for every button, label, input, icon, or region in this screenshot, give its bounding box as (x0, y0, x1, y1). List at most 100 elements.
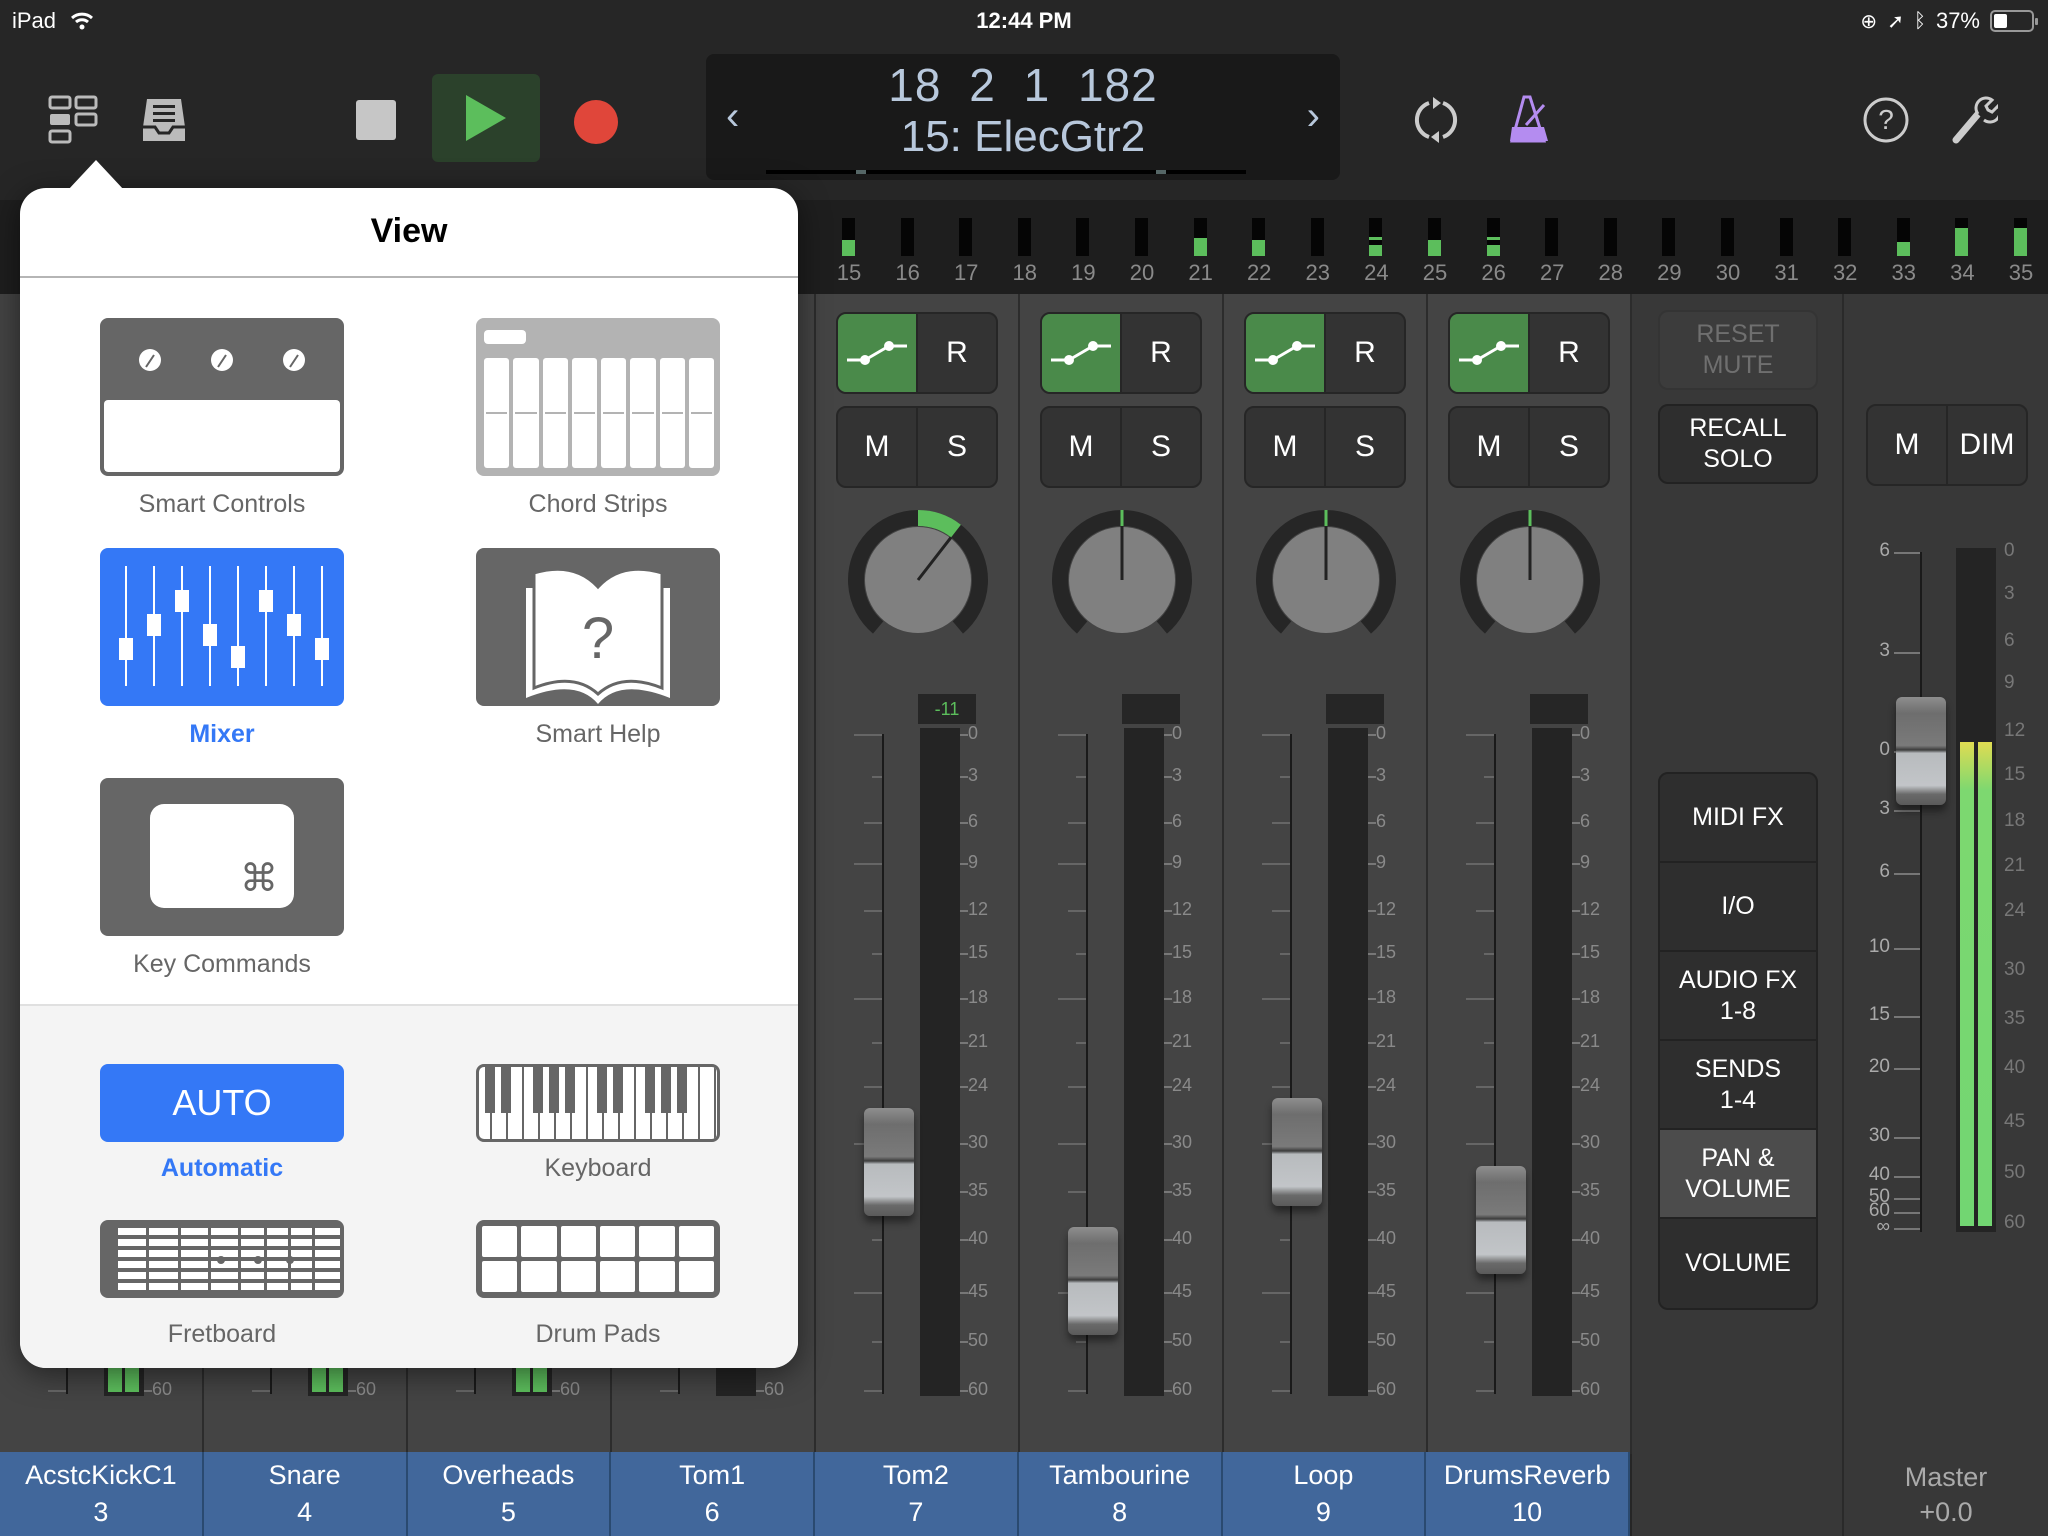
view-option-mixer[interactable]: Mixer (100, 548, 344, 749)
instrument-option-automatic[interactable]: AUTO Automatic (100, 1064, 344, 1183)
mute-button[interactable]: M (1450, 408, 1528, 486)
track-name-cell[interactable]: Snare 4 (203, 1452, 408, 1536)
record-button[interactable] (568, 94, 624, 150)
fader-cap[interactable] (1068, 1227, 1118, 1336)
mute-button[interactable]: M (838, 408, 916, 486)
pan-knob[interactable] (846, 508, 990, 652)
mute-button[interactable]: M (1246, 408, 1324, 486)
meter-scale-tick (1572, 1341, 1580, 1344)
master-dim-button[interactable]: DIM (1946, 406, 2026, 484)
fader-cap[interactable] (1476, 1165, 1526, 1274)
fader-cap[interactable] (1272, 1098, 1322, 1207)
track-name-cell[interactable]: Overheads 5 (407, 1452, 612, 1536)
view-option-smart-help[interactable]: ? Smart Help (476, 548, 720, 749)
lcd-display[interactable]: ‹ 18 2 1 182 15: ElecGtr2 › (706, 54, 1340, 180)
pan-value (1326, 694, 1384, 724)
solo-button[interactable]: S (1120, 408, 1200, 486)
pan-knob[interactable] (1050, 508, 1194, 652)
meter-scale-label: 0 (1580, 723, 1591, 743)
meter-scale-label: 50 (1580, 1330, 1601, 1351)
meter-scale-tick (1164, 953, 1172, 956)
meter-scale-label: 6 (1376, 810, 1387, 831)
meter-scale-tick (1368, 775, 1376, 778)
read-button[interactable]: R (1324, 314, 1404, 392)
read-button[interactable]: R (1528, 314, 1608, 392)
solo-button[interactable]: S (1528, 408, 1608, 486)
lcd-next-button[interactable]: › (1307, 94, 1320, 139)
settings-button[interactable] (1944, 90, 2004, 150)
recall-solo-button[interactable]: RECALL SOLO (1658, 404, 1818, 484)
mixer-view-button[interactable]: PAN & VOLUME (1660, 1130, 1816, 1219)
play-button[interactable] (432, 74, 540, 162)
cycle-button[interactable] (1404, 90, 1468, 150)
clock: 12:44 PM (976, 8, 1072, 33)
meter-scale-label: 45 (1172, 1280, 1193, 1301)
track-name-cell[interactable]: AcstcKickC1 3 (0, 1452, 204, 1536)
solo-button[interactable]: S (1324, 408, 1404, 486)
track-name-cell[interactable]: DrumsReverb 10 (1426, 1452, 1630, 1536)
read-button[interactable]: R (1120, 314, 1200, 392)
fader-scale-tick (1280, 1239, 1290, 1242)
view-option-chord-strips[interactable]: Chord Strips (476, 318, 720, 519)
read-button[interactable]: R (916, 314, 996, 392)
master-fader-scale-label: 10 (1868, 936, 1890, 958)
fader-scale-tick (1076, 775, 1086, 778)
volume-fader[interactable]: 0 3 6 9 12 15 18 21 24 30 35 40 45 50 60 (1224, 723, 1428, 1414)
pan-knob[interactable] (1458, 508, 1602, 652)
meter-scale-label: 3 (1580, 764, 1591, 785)
automation-mode-button[interactable] (838, 314, 916, 392)
meter-scale-tick (1368, 909, 1376, 912)
mixer-view-button[interactable]: MIDI FX (1660, 774, 1816, 863)
mute-button[interactable]: M (1042, 408, 1120, 486)
master-fader-tick (1894, 1136, 1920, 1139)
fader-scale-tick (1280, 953, 1290, 956)
metronome-button[interactable] (1500, 86, 1560, 152)
view-layout-button[interactable] (44, 90, 104, 150)
mixer-view-button[interactable]: VOLUME (1660, 1219, 1816, 1308)
volume-fader[interactable]: 0 3 6 9 12 15 18 21 24 30 35 40 45 50 60 (1020, 723, 1224, 1414)
automation-mode-button[interactable] (1450, 314, 1528, 392)
automation-mode-button[interactable] (1246, 314, 1324, 392)
mixer-view-button[interactable]: SENDS 1-4 (1660, 1041, 1816, 1130)
meter-scale-tick (1572, 1142, 1580, 1145)
fader-scale-tick (1280, 775, 1290, 778)
pan-knob[interactable] (1254, 508, 1398, 652)
master-fader-scale-label: 6 (1879, 861, 1890, 883)
stop-button[interactable] (352, 96, 400, 144)
browser-button[interactable] (134, 90, 194, 150)
track-name-cell[interactable]: Tom2 7 (815, 1452, 1019, 1536)
master-meter-scale-label: 18 (2004, 810, 2026, 832)
mixer-view-button[interactable]: AUDIO FX 1-8 (1660, 952, 1816, 1041)
track-name: Tom1 (679, 1460, 746, 1490)
instrument-option-fretboard[interactable]: Fretboard (100, 1220, 344, 1349)
help-button[interactable]: ? (1856, 90, 1916, 150)
track-name-cell[interactable]: Loop 9 (1222, 1452, 1427, 1536)
reset-mute-button[interactable]: RESET MUTE (1658, 310, 1818, 390)
mini-meter (1896, 218, 1910, 256)
volume-fader[interactable]: 0 3 6 9 12 15 18 21 24 30 35 40 45 50 60 (816, 723, 1020, 1414)
volume-fader[interactable]: 0 3 6 9 12 15 18 21 24 30 35 40 45 50 60 (1428, 723, 1632, 1414)
master-mute-button[interactable]: M (1868, 406, 1946, 484)
fader-scale-tick (854, 863, 882, 866)
master-fader[interactable]: 6 3 0 3 6 10 15 20 30 40 50 60 ∞ 0 3 6 9 12 15 18 21 24 30 35 40… (1844, 540, 2048, 1402)
fader-scale-tick (1058, 997, 1086, 1000)
meter-scale-tick (1572, 863, 1580, 866)
mixer-icon-fader (175, 590, 189, 612)
mini-meter-peak (1369, 237, 1383, 241)
master-fader-cap[interactable] (1896, 696, 1946, 805)
mini-meter (1603, 218, 1617, 256)
level-meter (1328, 728, 1368, 1396)
track-name-cell[interactable]: Tom1 6 (611, 1452, 815, 1536)
automation-mode-button[interactable] (1042, 314, 1120, 392)
meter-scale-tick (960, 775, 968, 778)
solo-button[interactable]: S (916, 408, 996, 486)
fader-cap[interactable] (864, 1108, 914, 1217)
lcd-scroll-bar[interactable] (766, 170, 1246, 174)
master-fader-tick (1894, 1212, 1920, 1215)
view-option-key-commands[interactable]: ⌘ Key Commands (100, 778, 344, 979)
instrument-option-drum-pads[interactable]: Drum Pads (476, 1220, 720, 1349)
instrument-option-keyboard[interactable]: Keyboard (476, 1064, 720, 1183)
mixer-view-button[interactable]: I/O (1660, 863, 1816, 952)
track-name-cell[interactable]: Tambourine 8 (1018, 1452, 1223, 1536)
view-option-smart-controls[interactable]: Smart Controls (100, 318, 344, 519)
